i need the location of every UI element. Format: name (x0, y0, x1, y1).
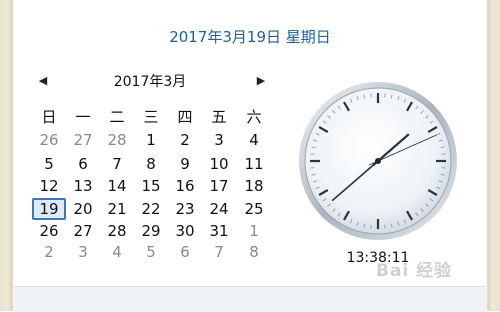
calendar-day[interactable]: 17 (202, 175, 236, 197)
calendar-day[interactable]: 2 (32, 241, 66, 263)
calendar-day[interactable]: 18 (237, 175, 271, 197)
calendar-day[interactable]: 25 (237, 198, 271, 220)
calendar-day[interactable]: 9 (168, 153, 202, 175)
clock-center (375, 158, 381, 164)
calendar-day[interactable]: 21 (100, 198, 134, 220)
calendar-day[interactable]: 7 (100, 153, 134, 175)
weekday-label: 三 (134, 106, 168, 127)
calendar-day[interactable]: 4 (237, 129, 271, 151)
calendar-day[interactable]: 3 (202, 129, 236, 151)
calendar-day[interactable]: 22 (134, 198, 168, 220)
weekday-label: 二 (100, 106, 134, 127)
weekday-label: 六 (237, 106, 271, 127)
calendar-day[interactable]: 23 (168, 198, 202, 220)
prev-month-button[interactable]: ◀ (36, 74, 50, 87)
full-date-link[interactable]: 2017年3月19日 星期日 (0, 26, 500, 47)
calendar-day[interactable]: 7 (202, 241, 236, 263)
calendar-day[interactable]: 1 (134, 129, 168, 151)
calendar-day[interactable]: 8 (134, 153, 168, 175)
calendar-day[interactable]: 3 (66, 241, 100, 263)
calendar-day[interactable]: 28 (100, 220, 134, 242)
calendar-day[interactable]: 5 (32, 153, 66, 175)
calendar-day[interactable]: 13 (66, 175, 100, 197)
next-month-button[interactable]: ▶ (254, 74, 268, 87)
calendar-day[interactable]: 27 (66, 220, 100, 242)
calendar-day[interactable]: 11 (237, 153, 271, 175)
calendar-day[interactable]: 31 (202, 220, 236, 242)
weekday-label: 四 (168, 106, 202, 127)
bottom-band (14, 286, 486, 312)
calendar-day[interactable]: 27 (66, 129, 100, 151)
calendar-day[interactable]: 26 (32, 129, 66, 151)
triangle-right-icon: ▶ (257, 74, 265, 87)
month-title[interactable]: 2017年3月 (60, 71, 240, 91)
weekday-label: 五 (202, 106, 236, 127)
calendar-day[interactable]: 6 (168, 241, 202, 263)
calendar-day[interactable]: 4 (100, 241, 134, 263)
calendar-day[interactable]: 16 (168, 175, 202, 197)
calendar-day[interactable]: 24 (202, 198, 236, 220)
calendar-day[interactable]: 10 (202, 153, 236, 175)
calendar-day[interactable]: 12 (32, 175, 66, 197)
analog-clock (297, 80, 459, 242)
calendar-day[interactable]: 20 (66, 198, 100, 220)
triangle-left-icon: ◀ (39, 74, 47, 87)
weekday-label: 日 (32, 106, 66, 127)
calendar-day[interactable]: 1 (237, 220, 271, 242)
calendar-day[interactable]: 26 (32, 220, 66, 242)
calendar-day[interactable]: 14 (100, 175, 134, 197)
calendar-day[interactable]: 8 (237, 241, 271, 263)
calendar-day[interactable]: 6 (66, 153, 100, 175)
calendar-day[interactable]: 5 (134, 241, 168, 263)
calendar-day[interactable]: 30 (168, 220, 202, 242)
calendar-day-today[interactable]: 19 (32, 198, 66, 220)
calendar-day[interactable]: 28 (100, 129, 134, 151)
calendar-day[interactable]: 2 (168, 129, 202, 151)
weekday-label: 一 (66, 106, 100, 127)
watermark: Bai 经验 (376, 256, 452, 281)
calendar-day[interactable]: 15 (134, 175, 168, 197)
calendar-day[interactable]: 29 (134, 220, 168, 242)
